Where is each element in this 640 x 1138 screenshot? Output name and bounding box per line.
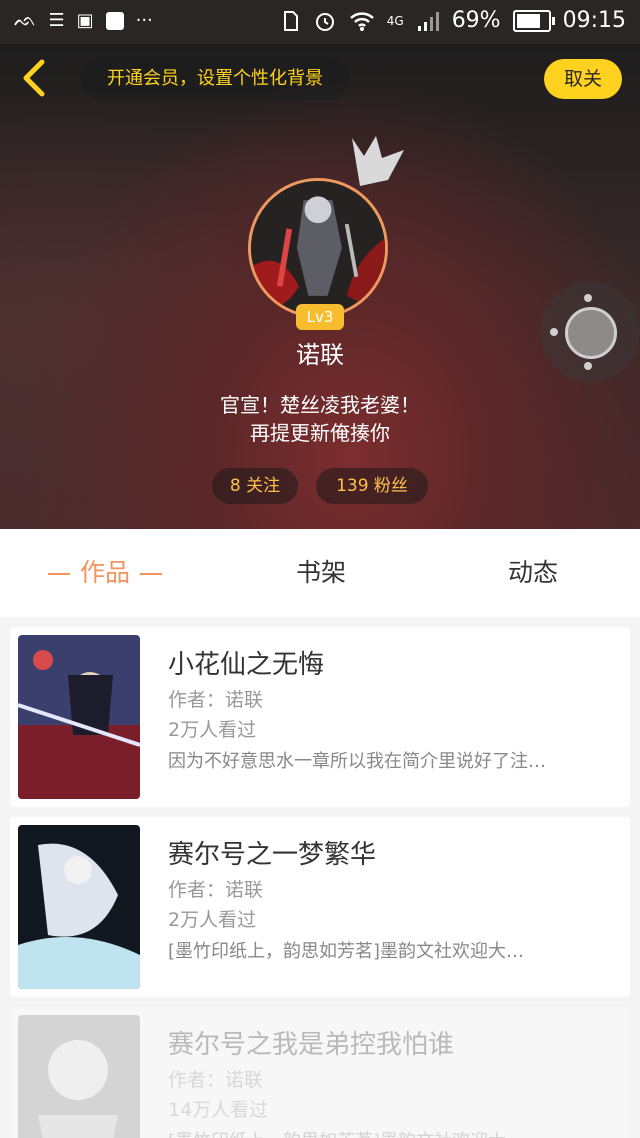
profile-header: 开通会员，设置个性化背景 取关 Lv3 诺联 官宣！楚丝凌我老婆！ 再提更新俺揍… — [0, 44, 640, 529]
book-description: 因为不好意思水一章所以我在简介里说好了注… — [168, 751, 546, 772]
list-item[interactable]: 赛尔号之我是弟控我怕谁 作者：诺联 14万人看过 [墨竹印纸上，韵思如芳茗]墨韵… — [10, 1007, 630, 1138]
avatar-image — [251, 181, 385, 315]
tab-label: 书架 — [295, 558, 346, 587]
following-count[interactable]: 8 关注 — [212, 468, 298, 504]
bio: 官宣！楚丝凌我老婆！ 再提更新俺揍你 — [0, 391, 640, 447]
book-cover — [18, 825, 140, 989]
avatar[interactable] — [248, 178, 388, 318]
notification-app-icon — [105, 12, 124, 30]
book-cover — [18, 1015, 140, 1138]
book-author: 作者：诺联 — [168, 879, 264, 901]
chevron-left-icon — [23, 59, 45, 97]
list-item[interactable]: 小花仙之无悔 作者：诺联 2万人看过 因为不好意思水一章所以我在简介里说好了注… — [10, 627, 630, 807]
active-indicator — [47, 573, 70, 575]
book-views: 2万人看过 — [168, 909, 257, 931]
bio-line: 再提更新俺揍你 — [250, 421, 390, 445]
fans-count[interactable]: 139 粉丝 — [316, 468, 428, 504]
nfc-icon — [283, 11, 298, 31]
battery-icon — [512, 10, 555, 32]
book-description: [墨竹印纸上，韵思如芳茗]墨韵文社欢迎大… — [168, 1129, 616, 1138]
tab-bookshelf[interactable]: 书架 — [236, 529, 406, 617]
profile-tabs: 作品 书架 动态 — [0, 529, 640, 617]
notification-app-icon: ▣ — [76, 10, 94, 31]
book-cover — [18, 635, 140, 799]
floating-assistive-button[interactable] — [540, 282, 640, 382]
unfollow-button[interactable]: 取关 — [544, 59, 622, 99]
network-type-label: 4G — [386, 14, 404, 28]
notification-app-icon: ᨒ — [14, 10, 37, 31]
tab-label: 动态 — [507, 558, 558, 587]
active-indicator — [140, 573, 162, 575]
notification-app-icon: ☰ — [48, 10, 65, 31]
book-author: 作者：诺联 — [168, 1069, 264, 1091]
wifi-icon — [349, 12, 374, 31]
more-notifications-icon: ··· — [135, 10, 153, 31]
book-author: 作者：诺联 — [168, 689, 264, 711]
status-bar: ᨒ ☰ ▣ ··· 4G 69% 09:15 — [0, 0, 640, 44]
bio-line: 官宣！楚丝凌我老婆！ — [220, 393, 420, 417]
vip-background-prompt[interactable]: 开通会员，设置个性化背景 — [80, 58, 350, 100]
battery-percent: 69% — [451, 8, 501, 33]
alarm-icon — [315, 13, 334, 31]
book-description: [墨竹印纸上，韵思如芳茗]墨韵文社欢迎大… — [168, 941, 525, 962]
level-badge: Lv3 — [296, 304, 344, 330]
list-item[interactable]: 赛尔号之一梦繁华 作者：诺联 2万人看过 [墨竹印纸上，韵思如芳茗]墨韵文社欢迎… — [10, 817, 630, 997]
book-title: 赛尔号之一梦繁华 — [168, 840, 377, 870]
tab-activity[interactable]: 动态 — [448, 529, 618, 617]
signal-icon — [417, 12, 439, 31]
book-title: 小花仙之无悔 — [168, 650, 325, 680]
back-button[interactable] — [14, 58, 54, 98]
tab-label: 作品 — [79, 558, 130, 587]
book-title: 赛尔号之我是弟控我怕谁 — [168, 1030, 455, 1060]
book-views: 2万人看过 — [168, 719, 257, 741]
floating-button-core — [565, 307, 617, 359]
status-left-icons: ᨒ ☰ ▣ ··· — [14, 8, 153, 34]
works-list: 小花仙之无悔 作者：诺联 2万人看过 因为不好意思水一章所以我在简介里说好了注…… — [0, 617, 640, 1138]
book-views: 14万人看过 — [168, 1099, 269, 1121]
clock: 09:15 — [562, 8, 626, 33]
status-right-icons: 4G 69% 09:15 — [281, 8, 626, 34]
tab-works[interactable]: 作品 — [20, 529, 190, 617]
